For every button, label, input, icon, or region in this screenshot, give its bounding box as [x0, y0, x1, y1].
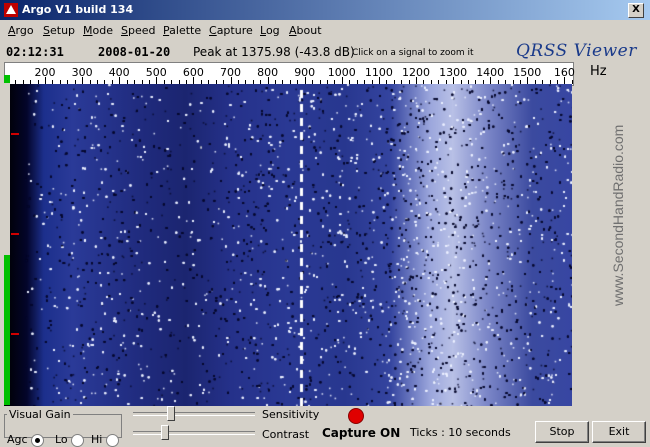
visual-gain-group: Visual Gain Agc Lo Hi: [4, 408, 122, 447]
menu-setup-rest: etup: [49, 24, 76, 37]
menu-capture-rest: apture: [216, 24, 253, 37]
menu-log-rest: og: [265, 24, 280, 37]
window-title: Argo V1 build 134: [22, 3, 134, 16]
frequency-axis[interactable]: 200 300 400 500 600 700 800 900 1000 1100 1200 1300…: [4, 62, 575, 86]
gain-hi-option[interactable]: Hi: [91, 433, 119, 447]
time-marker: [11, 233, 19, 235]
gain-lo-option[interactable]: Lo: [55, 433, 85, 447]
hz-unit-label: Hz: [590, 64, 607, 79]
menu-about[interactable]: About: [289, 24, 322, 37]
exit-button[interactable]: Exit: [592, 421, 646, 443]
website-watermark: www.SecondHandRadio.com: [610, 124, 626, 306]
menu-log[interactable]: Log: [260, 24, 280, 37]
ticks-interval: Ticks : 10 seconds: [410, 426, 511, 439]
menu-palette[interactable]: Palette: [163, 24, 201, 37]
menu-setup[interactable]: Setup: [43, 24, 75, 37]
stop-button[interactable]: Stop: [535, 421, 589, 443]
level-meter-top: [4, 75, 10, 83]
gain-hi-radio[interactable]: [105, 433, 119, 447]
sensitivity-track: [133, 412, 255, 416]
contrast-track: [133, 431, 255, 435]
menu-mode-rest: ode: [92, 24, 113, 37]
contrast-slider[interactable]: [133, 425, 255, 440]
gain-agc-option[interactable]: Agc: [7, 433, 45, 447]
menu-speed[interactable]: Speed: [121, 24, 155, 37]
contrast-thumb[interactable]: [161, 425, 169, 440]
clock-time: 02:12:31: [6, 45, 64, 59]
menu-about-rest: bout: [296, 24, 322, 37]
menu-speed-rest: peed: [127, 24, 156, 37]
zoom-hint: Click on a signal to zoom it: [352, 48, 474, 58]
menu-argo-rest: rgo: [15, 24, 34, 37]
gain-agc-radio[interactable]: [31, 433, 45, 447]
menu-mode[interactable]: Mode: [83, 24, 113, 37]
menu-palette-rest: alette: [169, 24, 202, 37]
waterfall-display[interactable]: [4, 84, 572, 406]
time-marker: [11, 133, 19, 135]
gain-agc-label: Agc: [7, 433, 28, 446]
visual-gain-label: Visual Gain: [9, 408, 71, 421]
level-meter-fill: [4, 255, 10, 405]
gain-lo-label: Lo: [55, 433, 68, 446]
level-meter: [4, 75, 10, 405]
app-icon: [4, 3, 18, 17]
info-bar: 02:12:31 2008-01-20 Peak at 1375.98 (-43…: [0, 41, 650, 63]
menu-capture[interactable]: Capture: [209, 24, 253, 37]
date-display: 2008-01-20: [98, 45, 171, 59]
gain-hi-label: Hi: [91, 433, 103, 446]
waterfall-noise: [4, 84, 572, 406]
control-panel: Visual Gain Agc Lo Hi Sensitivity Contra…: [0, 406, 650, 447]
close-button[interactable]: X: [628, 3, 644, 18]
sensitivity-label: Sensitivity: [262, 408, 320, 421]
gain-lo-radio[interactable]: [71, 433, 85, 447]
title-bar: Argo V1 build 134 X: [0, 0, 650, 20]
menu-argo[interactable]: Argo: [8, 24, 34, 37]
capture-status: Capture ON: [322, 426, 401, 440]
peak-readout: Peak at 1375.98 (-43.8 dB): [193, 45, 355, 59]
contrast-label: Contrast: [262, 428, 310, 441]
sensitivity-thumb[interactable]: [167, 406, 175, 421]
sensitivity-slider[interactable]: [133, 406, 255, 421]
time-marker: [11, 333, 19, 335]
brand-logo: QRSS Viewer: [516, 41, 637, 61]
capture-indicator-icon[interactable]: [348, 408, 364, 424]
menu-bar: Argo Setup Mode Speed Palette Capture Lo…: [0, 21, 650, 40]
